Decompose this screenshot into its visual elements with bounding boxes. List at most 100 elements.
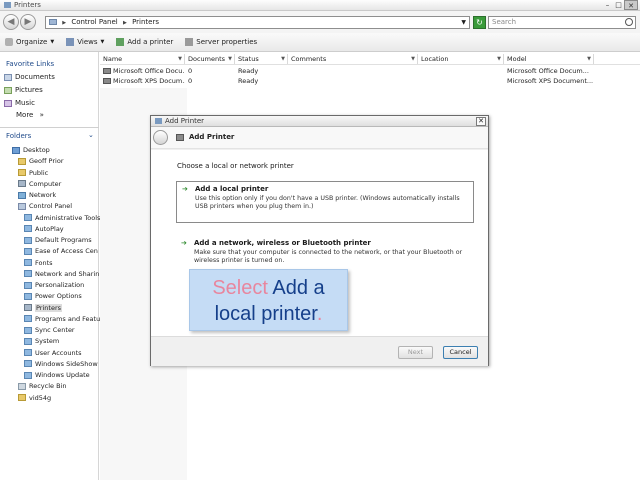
column-header[interactable]: Comments ▼ (288, 54, 418, 64)
back-button[interactable]: ◀ (3, 14, 19, 30)
dialog-back-button[interactable] (153, 130, 168, 145)
column-header[interactable]: Status ▼ (235, 54, 288, 64)
breadcrumb-control-panel[interactable]: Control Panel (71, 18, 117, 26)
table-cell: Ready (235, 76, 288, 86)
column-header-label: Documents (188, 55, 226, 63)
tree-item-label: Network (29, 191, 57, 199)
pictures-icon (4, 86, 12, 94)
table-cell (288, 66, 418, 76)
minimize-button[interactable]: – (602, 0, 613, 10)
table-cell: Microsoft Office Docum... (504, 66, 594, 76)
chevron-down-icon[interactable]: ⌄ (88, 131, 94, 139)
cp-icon (24, 337, 32, 345)
printer-icon (24, 304, 32, 311)
chevron-down-icon[interactable]: ▼ (461, 17, 466, 28)
tree-item[interactable]: Desktop (12, 146, 111, 154)
table-row[interactable]: Microsoft Office Docu... 0 Ready Microsoft … (100, 66, 640, 76)
folders-title[interactable]: Folders (6, 132, 31, 140)
tutorial-callout: Select Add a local printer. (189, 269, 348, 331)
dialog-header-title: Add Printer (189, 133, 235, 141)
callout-period: . (316, 303, 323, 325)
dialog-close-button[interactable]: ✕ (476, 117, 486, 126)
chevron-down-icon[interactable]: ▼ (281, 54, 285, 65)
cp-icon (24, 225, 32, 233)
chevron-down-icon[interactable]: ▼ (587, 54, 591, 65)
back-arrow-icon: ◀ (7, 17, 15, 27)
tree-item-label: Fonts (35, 258, 53, 267)
column-header[interactable]: Name ▼ (100, 54, 185, 64)
table-cell-text: 0 (188, 77, 193, 85)
printer-icon (103, 78, 111, 84)
table-cell: 0 (185, 66, 235, 76)
tree-item-label: Sync Center (35, 326, 75, 334)
favorite-documents[interactable]: Documents (4, 73, 55, 81)
server-properties-button[interactable]: Server properties (185, 38, 257, 46)
close-button[interactable]: ✕ (624, 0, 638, 10)
tree-item-label: Ease of Access Cen (35, 247, 98, 256)
tree-item-label: Network and Sharin (35, 269, 100, 278)
folder-icon (49, 19, 57, 25)
table-row[interactable]: Microsoft XPS Docum... 0 Ready Microsoft XP… (100, 76, 640, 86)
chevron-down-icon[interactable]: ▼ (228, 54, 232, 65)
tree-item-label: Programs and Featu (35, 314, 101, 323)
printer-icon (176, 134, 184, 141)
column-header[interactable]: Location ▼ (418, 54, 504, 64)
views-button[interactable]: Views ▼ (66, 38, 104, 46)
address-field[interactable]: ▶ Control Panel ▶ Printers ▼ (45, 16, 470, 29)
folder-icon (18, 157, 26, 165)
tree-item-label: System (35, 337, 60, 346)
table-cell-text: Ready (238, 77, 259, 85)
column-header[interactable]: Model ▼ (504, 54, 594, 64)
table-cell-text: Microsoft Office Docu... (113, 67, 185, 75)
cp-icon (24, 349, 32, 356)
column-header[interactable]: Documents ▼ (185, 54, 235, 64)
folder-icon (18, 394, 26, 401)
favorite-pictures[interactable]: Pictures (4, 86, 43, 94)
cancel-button[interactable]: Cancel (443, 346, 478, 359)
table-cell-text: 0 (188, 67, 193, 75)
add-printer-label: Add a printer (127, 38, 174, 46)
favorite-music[interactable]: Music (4, 99, 35, 107)
green-arrow-icon: ➔ (181, 239, 187, 247)
search-input[interactable]: Search (488, 16, 636, 29)
breadcrumb-printers[interactable]: Printers (132, 18, 159, 26)
table-cell (418, 76, 504, 86)
column-header-label: Name (103, 55, 123, 63)
add-printer-button[interactable]: Add a printer (116, 38, 173, 46)
window-titlebar: Printers – □ ✕ (0, 0, 640, 11)
option-title: Add a network, wireless or Bluetooth pri… (194, 239, 371, 247)
maximize-button[interactable]: □ (613, 0, 624, 10)
forward-button[interactable]: ▶ (20, 14, 36, 30)
cp-icon (24, 247, 32, 255)
chevron-down-icon[interactable]: ▼ (178, 54, 182, 65)
next-button[interactable]: Next (398, 346, 433, 359)
favorite-label: Pictures (15, 86, 43, 94)
more-links-button[interactable]: More » (16, 111, 44, 119)
computer-icon (18, 180, 26, 188)
recycle-bin-icon (18, 382, 26, 390)
refresh-button[interactable]: ↻ (473, 16, 486, 29)
navigation-pane: Favorite Links Documents Pictures Music … (0, 52, 101, 480)
column-header-label: Status (238, 55, 259, 63)
pane-divider (0, 127, 99, 128)
network-icon (18, 191, 26, 199)
table-cell-text: Microsoft XPS Docum... (113, 77, 185, 85)
chevron-down-icon[interactable]: ▼ (497, 54, 501, 65)
organize-button[interactable]: Organize ▼ (5, 38, 54, 46)
tree-item-label: Personalization (35, 281, 85, 289)
server-properties-icon (185, 38, 194, 46)
more-label: More (16, 111, 34, 119)
tree-item-label: Windows SideShow (35, 359, 98, 368)
add-local-printer-option[interactable]: ➔ Add a local printer Use this option on… (176, 181, 474, 223)
search-placeholder: Search (492, 18, 517, 26)
tree-item-label: Geoff Prior (29, 157, 64, 166)
organize-icon (5, 38, 13, 46)
chevron-down-icon[interactable]: ▼ (411, 54, 415, 65)
callout-target-2: local printer (214, 303, 317, 325)
cp-icon (24, 292, 32, 300)
command-toolbar: Organize ▼ Views ▼ Add a printer Server … (0, 33, 640, 52)
desktop-icon (12, 146, 20, 154)
refresh-icon: ↻ (476, 18, 483, 27)
search-icon (625, 18, 633, 26)
table-cell: Microsoft Office Docu... (100, 66, 185, 76)
